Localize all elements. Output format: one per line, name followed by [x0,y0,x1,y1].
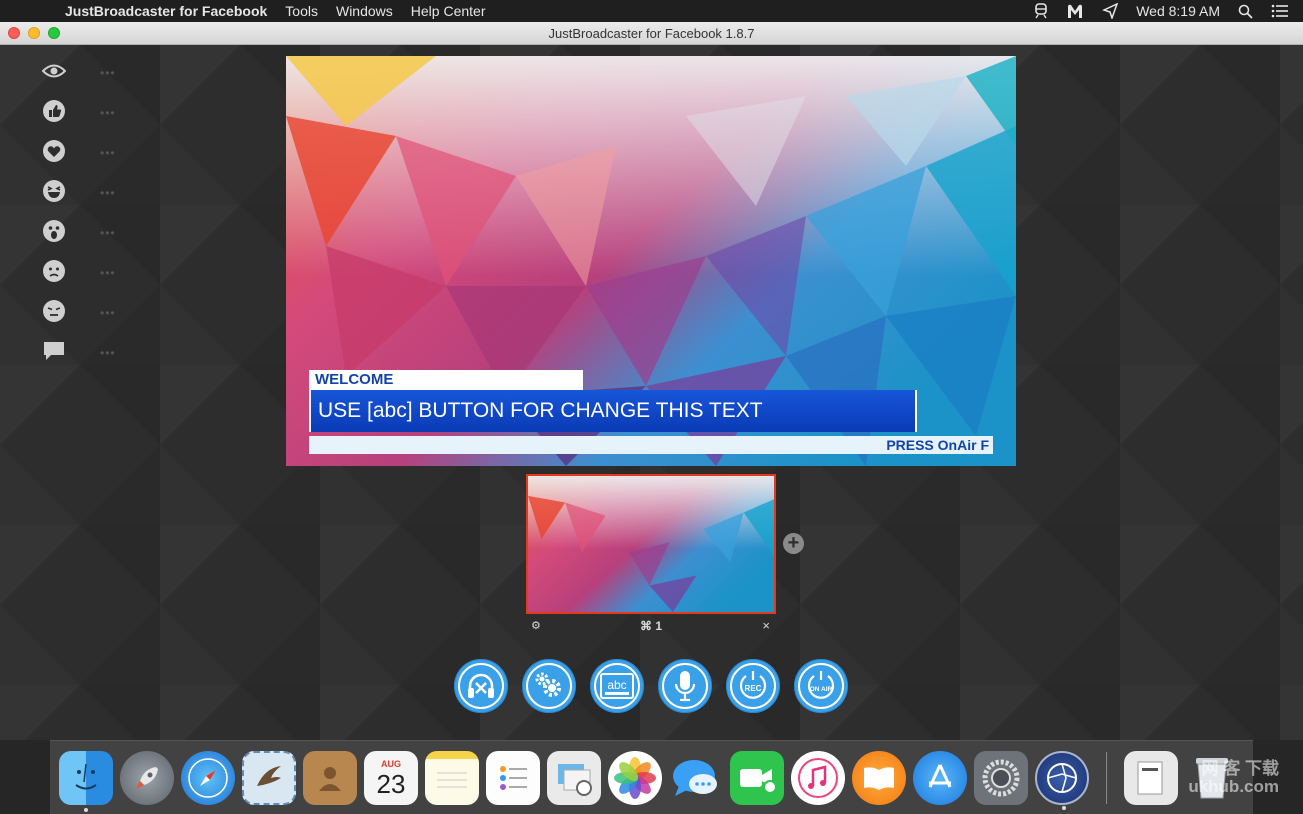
reaction-row-comments: ••• [42,339,115,363]
app-content: ••• ••• ••• ••• ••• ••• ••• ••• WELCOME … [0,45,1303,740]
app-store-icon[interactable] [913,750,967,805]
add-scene-button[interactable]: + [783,533,804,554]
mail-icon[interactable] [242,750,296,805]
launchpad-icon[interactable] [120,750,174,805]
broadcast-controls: abc REC ON AIR [454,659,848,713]
calendar-day: 23 [376,768,406,799]
love-icon [42,139,66,163]
reaction-count: ••• [100,146,116,160]
reaction-row-wow: ••• [42,219,115,243]
running-indicator [1062,805,1066,810]
reaction-count: ••• [100,186,116,200]
on-air-power-icon: ON AIR [798,663,844,709]
notification-center-icon[interactable] [1271,4,1289,18]
malwarebytes-icon[interactable] [1066,3,1084,19]
rec-icon-label: REC [745,684,762,693]
watermark-line-2: ukhub.com [1188,777,1279,796]
itunes-icon[interactable] [791,750,845,805]
safari-icon[interactable] [181,750,235,805]
sad-icon [42,259,66,283]
reaction-count: ••• [100,346,116,360]
window-minimize-button[interactable] [28,27,40,39]
ibooks-icon[interactable] [852,750,906,805]
headphones-x-icon [458,663,504,709]
scene-close-icon[interactable]: × [762,618,770,633]
menubar-clock[interactable]: Wed 8:19 AM [1136,3,1220,19]
like-icon [42,99,66,123]
eye-icon [42,59,66,83]
scene-shortcut-label: ⌘ 1 [639,619,662,633]
scene-thumbnail-image [528,476,774,612]
watermark-line-1: 网 客 下载 [1201,759,1279,778]
calendar-month: AUG [381,758,401,769]
reaction-count: ••• [100,66,116,80]
news-ticker: PRESS OnAir F [309,436,993,454]
rec-power-icon: REC [730,663,776,709]
menu-windows[interactable]: Windows [327,3,402,19]
reaction-row-like: ••• [42,99,115,123]
reaction-count: ••• [100,226,116,240]
record-button[interactable]: REC [726,659,780,713]
reaction-row-love: ••• [42,139,115,163]
finder-icon[interactable] [59,750,113,812]
abc-icon-label: abc [607,678,626,692]
justbroadcaster-icon[interactable] [1035,750,1089,810]
train-status-icon[interactable] [1034,3,1048,19]
haha-icon [42,179,66,203]
settings-button[interactable] [522,659,576,713]
menu-app-name[interactable]: JustBroadcaster for Facebook [56,3,276,19]
reaction-row-sad: ••• [42,259,115,283]
dock: AUG 23 [50,740,1253,814]
watermark: 网 客 下载 ukhub.com [1188,760,1279,796]
running-indicator [84,807,88,812]
reminders-icon[interactable] [486,750,540,805]
microphone-icon [662,663,708,709]
dock-separator [1106,751,1107,804]
scene-thumbnail-1[interactable] [526,474,776,614]
microphone-button[interactable] [658,659,712,713]
window-zoom-button[interactable] [48,27,60,39]
lower-third-headline: USE [abc] BUTTON FOR CHANGE THIS TEXT [309,390,917,432]
on-air-icon-label: ON AIR [810,686,833,693]
lower-third-label: WELCOME [309,370,583,390]
window-title: JustBroadcaster for Facebook 1.8.7 [548,26,755,41]
messages-icon[interactable] [669,751,723,805]
reaction-count: ••• [100,306,116,320]
gears-icon [526,663,572,709]
contacts-icon[interactable] [303,750,357,805]
text-overlay-button[interactable]: abc [590,659,644,713]
reaction-count: ••• [100,266,116,280]
angry-icon [42,299,66,323]
reaction-row-views: ••• [42,59,115,83]
menu-bar: JustBroadcaster for Facebook Tools Windo… [0,0,1303,22]
window-title-bar: JustBroadcaster for Facebook 1.8.7 [0,22,1303,45]
spotlight-search-icon[interactable] [1238,4,1253,19]
scene-footer: ⚙ ⌘ 1 × [526,618,776,633]
facetime-icon[interactable] [730,750,784,805]
comment-icon [42,339,66,363]
reaction-row-angry: ••• [42,299,115,323]
reaction-row-haha: ••• [42,179,115,203]
calendar-icon[interactable]: AUG 23 [364,750,418,805]
notes-icon[interactable] [425,750,479,805]
system-preferences-icon[interactable] [974,750,1028,805]
menu-tools[interactable]: Tools [276,3,327,19]
live-preview[interactable]: WELCOME USE [abc] BUTTON FOR CHANGE THIS… [286,56,1016,466]
wow-icon [42,219,66,243]
photos-icon[interactable] [608,750,662,805]
abc-icon: abc [594,663,640,709]
on-air-button[interactable]: ON AIR [794,659,848,713]
document-stack-icon[interactable] [1124,750,1178,805]
menu-help-center[interactable]: Help Center [402,3,495,19]
audio-mute-button[interactable] [454,659,508,713]
reaction-count: ••• [100,106,116,120]
window-close-button[interactable] [8,27,20,39]
dock-area: AUG 23 [0,740,1303,814]
location-icon[interactable] [1102,3,1119,19]
preview-icon[interactable] [547,750,601,805]
